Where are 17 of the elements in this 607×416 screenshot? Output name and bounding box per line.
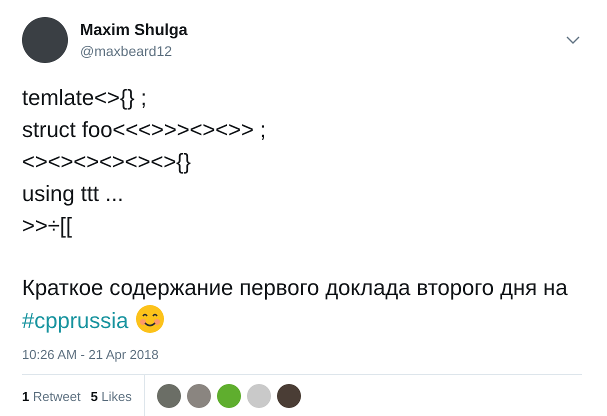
smiling-face-icon xyxy=(134,304,165,334)
liker-avatar[interactable] xyxy=(156,384,181,408)
author-name: Maxim Shulga xyxy=(80,22,189,40)
stat-link[interactable]: 1 Retweet xyxy=(22,388,81,404)
hashtag-link[interactable]: #cpprussia xyxy=(22,308,128,333)
tweet-text-line: struct foo<<<>>><><>> ; xyxy=(22,116,268,144)
timestamp: 10:26 AM - 21 Apr 2018 xyxy=(22,347,160,362)
tweet-text-line: temlate<>{} ; xyxy=(22,84,148,112)
chevron-icon[interactable] xyxy=(566,35,580,45)
avatar[interactable] xyxy=(22,17,68,63)
tweet-text-line: >>÷[[ xyxy=(22,212,73,240)
tweet-text-line: using ttt ... xyxy=(22,180,124,208)
stat-link[interactable]: 5 Likes xyxy=(90,388,132,404)
author-handle: @maxbeard12 xyxy=(80,42,174,58)
tweet-text: Краткое содержание первого доклада второго дня на #cpprussia xyxy=(22,274,569,336)
tweet-text-line: <><><><><><>{} xyxy=(22,148,192,176)
liker-avatar[interactable] xyxy=(276,384,301,408)
